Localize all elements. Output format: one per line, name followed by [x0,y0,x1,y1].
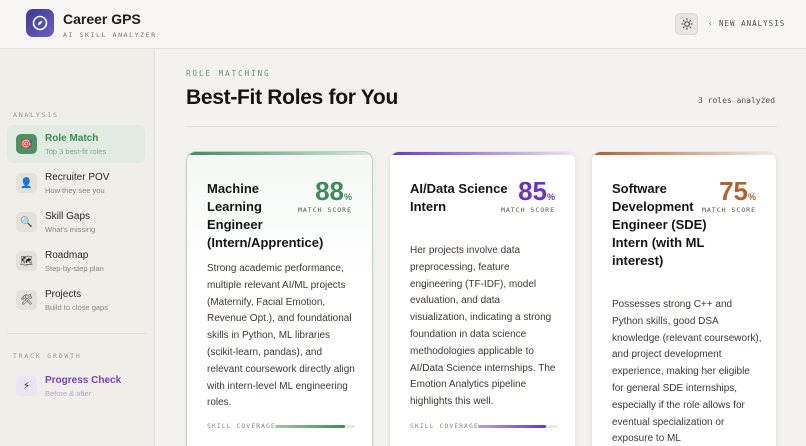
sidebar-item-label: Projects [45,289,82,300]
role-description: Strong academic performance, multiple re… [207,263,355,409]
score-label: MATCH SCORE [500,206,555,214]
role-card[interactable]: Software Development Engineer (SDE) Inte… [591,151,777,446]
skill-coverage-fill [478,425,546,428]
skill-coverage: SKILL COVERAGE [207,422,357,432]
page-title: Best-Fit Roles for You [186,86,398,109]
role-description: Possesses strong C++ and Python skills, … [612,299,762,445]
sidebar-item-desc: Before & after [45,389,92,398]
skill-coverage-label: SKILL COVERAGE [410,422,479,430]
sidebar-heading-track-growth: TRACK GROWTH [13,352,82,360]
compass-icon [26,9,54,37]
magnifier-icon: 🔍 [16,212,37,232]
role-description: Her projects involve data preprocessing,… [410,245,556,408]
sidebar-item-recruiter-pov[interactable]: 👤 Recruiter POV How they see you [7,164,145,202]
card-accent-bar [592,152,776,155]
new-analysis-link[interactable]: ‹ NEW ANALYSIS [708,19,785,28]
score-value: 85 [518,176,547,206]
person-icon: 👤 [16,173,37,193]
sidebar-item-desc: Step-by-step plan [45,264,104,273]
sidebar-item-label: Role Match [45,133,99,144]
match-score: 85% MATCH SCORE [501,177,555,214]
match-score: 88% MATCH SCORE [298,177,352,214]
match-score: 75% MATCH SCORE [702,177,756,214]
sidebar-item-roadmap[interactable]: 🗺 Roadmap Step-by-step plan [7,242,145,280]
role-card[interactable]: Machine Learning Engineer (Intern/Appren… [186,151,373,446]
sidebar-item-desc: What's missing [45,225,96,234]
theme-toggle-button[interactable] [675,13,698,35]
sidebar-item-projects[interactable]: 🛠 Projects Build to close gaps [7,281,145,319]
app-header: Career GPS AI SKILL ANALYZER ‹ NEW ANALY… [0,0,806,49]
score-label: MATCH SCORE [701,206,756,214]
skill-coverage-label: SKILL COVERAGE [207,422,276,430]
app-subtitle: AI SKILL ANALYZER [63,31,157,39]
map-icon: 🗺 [16,251,37,271]
sidebar-heading-analysis: ANALYSIS [13,111,59,119]
section-eyebrow: ROLE MATCHING [186,69,271,78]
role-card[interactable]: AI/Data Science Intern 85% MATCH SCORE H… [389,151,576,446]
lightning-icon: ⚡ [16,376,37,396]
score-percent: % [546,192,555,202]
tools-icon: 🛠 [16,290,37,310]
divider [186,126,777,127]
score-percent: % [343,192,352,202]
app-title: Career GPS [63,11,141,27]
score-percent: % [747,192,756,202]
card-accent-bar [390,152,575,155]
sun-icon [680,18,693,30]
score-value: 75 [719,176,748,206]
skill-coverage-track [478,425,558,428]
score-label: MATCH SCORE [297,206,352,214]
sidebar-item-label: Recruiter POV [45,172,110,183]
target-icon: 🎯 [16,134,37,154]
sidebar-item-label: Progress Check [45,375,122,386]
roles-count: 3 roles analyzed [698,96,776,105]
sidebar-item-desc: How they see you [45,186,105,195]
sidebar: ANALYSIS 🎯 Role Match Top 3 best-fit rol… [0,49,155,446]
skill-coverage-fill [275,425,346,428]
sidebar-item-skill-gaps[interactable]: 🔍 Skill Gaps What's missing [7,203,145,241]
sidebar-item-label: Skill Gaps [45,211,91,222]
skill-coverage-track [275,425,355,428]
sidebar-item-role-match[interactable]: 🎯 Role Match Top 3 best-fit roles [7,125,145,163]
sidebar-item-desc: Top 3 best-fit roles [45,147,107,156]
sidebar-divider [7,333,147,334]
score-value: 88 [315,176,344,206]
sidebar-item-label: Roadmap [45,250,89,261]
sidebar-item-desc: Build to close gaps [45,303,108,312]
sidebar-item-progress-check[interactable]: ⚡ Progress Check Before & after [7,367,145,405]
card-accent-bar [187,152,372,155]
skill-coverage: SKILL COVERAGE [410,422,560,432]
